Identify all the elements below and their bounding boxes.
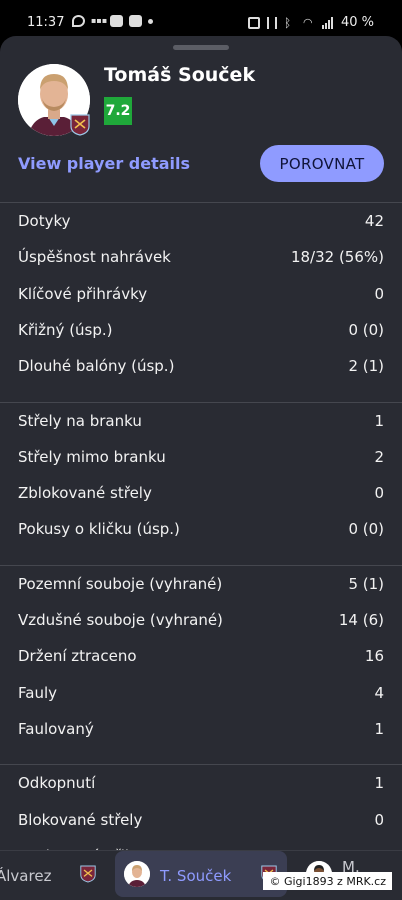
stat-row: Fauly 4 xyxy=(18,684,384,714)
stat-value: 1 xyxy=(374,774,384,793)
prev-club-badge-icon xyxy=(80,865,96,883)
view-player-details-link[interactable]: View player details xyxy=(18,154,190,173)
current-player-name: T. Souček xyxy=(160,867,232,885)
stat-row: Faulovaný 1 xyxy=(18,720,384,750)
club-badge-icon xyxy=(70,114,90,136)
stat-row: Střely mimo branku 2 xyxy=(18,448,384,478)
stat-label: Dotyky xyxy=(18,212,71,230)
stat-value: 0 xyxy=(374,810,384,829)
stat-row: Dotyky 42 xyxy=(18,212,384,242)
stat-label: Úspěšnost nahrávek xyxy=(18,248,171,267)
teams-icon: ▪▪▪ xyxy=(91,16,108,25)
stat-label: Pozemní souboje (vyhrané) xyxy=(18,574,223,593)
stat-label: Zblokované střely xyxy=(18,484,152,503)
notification-icons: ▪▪▪ xyxy=(72,15,153,27)
stat-value: 0 (0) xyxy=(348,520,384,539)
stat-label: Pokusy o kličku (úsp.) xyxy=(18,520,180,539)
nfc-icon xyxy=(247,16,260,29)
section-divider xyxy=(0,202,402,203)
chat-icon xyxy=(72,15,85,27)
stat-row: Dlouhé balóny (úsp.) 2 (1) xyxy=(18,357,384,387)
message-icon xyxy=(110,15,123,27)
section-divider xyxy=(0,764,402,766)
stat-label: Blokované střely xyxy=(18,810,143,829)
watermark: © Gigi1893 z MRK.cz xyxy=(263,872,392,890)
stat-row: Střely na branku 1 xyxy=(18,412,384,442)
stat-label: Odkopnutí xyxy=(18,774,96,793)
player-name: Tomáš Souček xyxy=(104,64,256,86)
stat-value: 1 xyxy=(374,411,384,430)
stat-value: 0 (0) xyxy=(348,320,384,339)
bluetooth-icon: ᛒ xyxy=(283,15,292,30)
system-icons: ᛒ ◠ 40 % xyxy=(247,15,374,30)
stat-label: Vzdušné souboje (vyhrané) xyxy=(18,611,223,629)
watermark-text: © Gigi1893 z MRK.cz xyxy=(269,874,386,888)
battery-percent: 40 % xyxy=(340,15,374,30)
stat-value: 4 xyxy=(374,683,384,702)
prev-player-tab[interactable]: Álvarez xyxy=(0,851,51,900)
stat-value: 1 xyxy=(374,719,384,738)
stat-row: Pokusy o kličku (úsp.) 0 (0) xyxy=(18,520,384,550)
prev-player-name: Álvarez xyxy=(0,867,52,885)
stat-value: 2 (1) xyxy=(348,357,384,376)
stat-row: Zblokované střely 0 xyxy=(18,484,384,514)
stat-row: Vzdušné souboje (vyhrané) 14 (6) xyxy=(18,611,384,641)
stat-label: Dlouhé balóny (úsp.) xyxy=(18,357,175,376)
stat-label: Střely mimo branku xyxy=(18,447,166,466)
current-player-label: T. Souček xyxy=(160,851,231,900)
stat-label: Klíčové přihrávky xyxy=(18,284,148,303)
wifi-icon: ◠ xyxy=(302,15,313,29)
stat-label: Faulovaný xyxy=(18,719,94,738)
drag-handle[interactable] xyxy=(173,45,229,50)
stat-row: Pozemní souboje (vyhrané) 5 (1) xyxy=(18,575,384,605)
stat-value: 5 (1) xyxy=(348,574,384,593)
compare-button[interactable]: POROVNAT xyxy=(260,145,384,182)
rating-badge: 7.2 xyxy=(104,97,132,125)
stat-row: Křižný (úsp.) 0 (0) xyxy=(18,321,384,351)
stat-value: 42 xyxy=(364,212,384,230)
stat-row: Držení ztraceno 16 xyxy=(18,647,384,677)
stat-value: 16 xyxy=(364,647,384,666)
signal-icon xyxy=(321,16,333,29)
youtube-icon xyxy=(129,15,142,27)
stat-label: Křižný (úsp.) xyxy=(18,320,113,339)
current-player-avatar xyxy=(124,861,150,887)
dot-icon xyxy=(148,18,153,24)
stat-row: Klíčové přihrávky 0 xyxy=(18,285,384,315)
status-bar: 11:37 ▪▪▪ ᛒ ◠ 40 % xyxy=(0,0,402,36)
stat-label: Držení ztraceno xyxy=(18,647,137,666)
stat-value: 0 xyxy=(374,284,384,303)
player-stats-sheet: Tomáš Souček 7.2 View player details POR… xyxy=(0,36,402,900)
section-divider xyxy=(0,401,402,403)
stat-value: 18/32 (56%) xyxy=(290,248,384,267)
section-divider xyxy=(0,564,402,566)
status-time: 11:37 xyxy=(27,15,65,30)
stat-row: Blokované střely 0 xyxy=(18,811,384,841)
vibrate-icon xyxy=(266,16,277,29)
stat-row: Úspěšnost nahrávek 18/32 (56%) xyxy=(18,248,384,278)
stat-label: Fauly xyxy=(18,683,57,702)
stat-row: Odkopnutí 1 xyxy=(18,774,384,804)
stat-label: Střely na branku xyxy=(18,411,142,430)
stat-value: 14 (6) xyxy=(338,611,384,629)
stat-value: 2 xyxy=(374,447,384,466)
stat-value: 0 xyxy=(374,484,384,503)
